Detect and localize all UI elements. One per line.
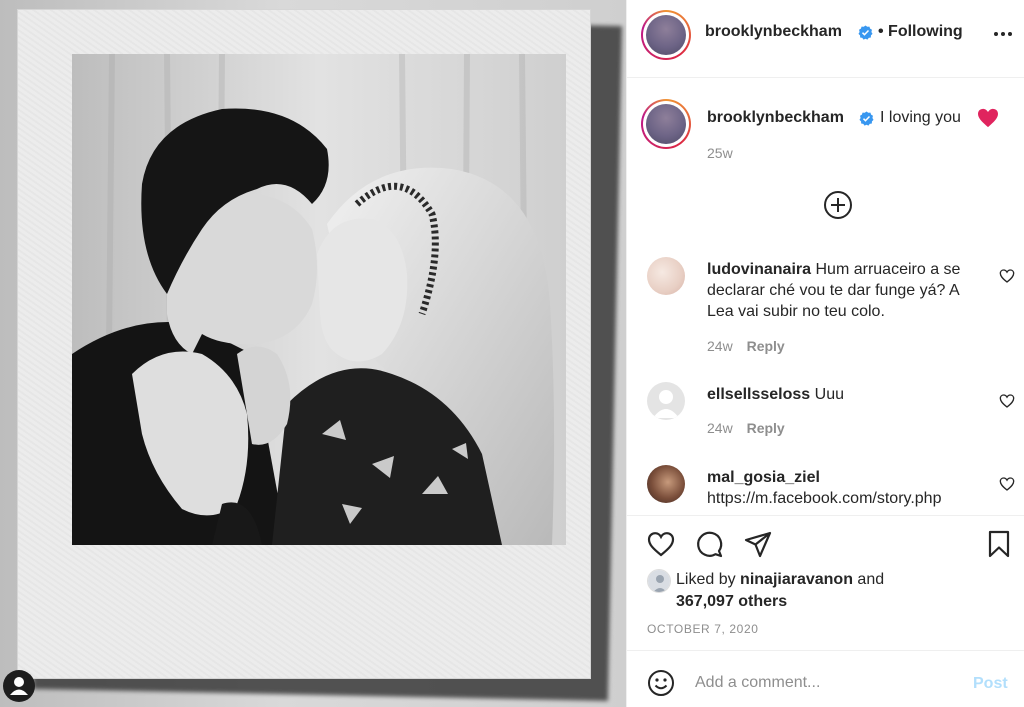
actions-divider <box>627 515 1024 516</box>
liker-username[interactable]: ninajiaravanon <box>740 571 853 588</box>
reply-button[interactable]: Reply <box>747 338 785 354</box>
verified-badge-icon <box>858 25 873 40</box>
comment-text: Uuu <box>814 386 844 403</box>
caption-author-username[interactable]: brooklynbeckham <box>707 109 844 127</box>
photo-kiss-illustration <box>72 54 566 545</box>
heart-outline-icon[interactable] <box>999 268 1015 284</box>
red-heart-emoji-icon <box>978 108 998 128</box>
share-paper-plane-icon[interactable] <box>743 529 773 559</box>
liker-avatar[interactable] <box>647 569 671 593</box>
post-photo <box>72 54 566 545</box>
commenter-avatar[interactable] <box>647 257 685 295</box>
comment-body: ludovinanaira Hum arruaceiro a se declar… <box>707 259 987 322</box>
comment-meta: 24w Reply <box>707 420 785 436</box>
post-comment-button[interactable]: Post <box>973 675 1008 693</box>
comment-time: 24w <box>707 420 733 436</box>
likes-summary: Liked by ninajiaravanon and <box>676 571 884 589</box>
comment-username[interactable]: ludovinanaira <box>707 261 811 278</box>
likes-count[interactable]: 367,097 others <box>676 593 787 611</box>
author-username[interactable]: brooklynbeckham <box>705 23 842 41</box>
like-heart-icon[interactable] <box>646 529 676 559</box>
tagged-user-icon[interactable] <box>3 670 35 702</box>
comment-time: 24w <box>707 338 733 354</box>
liker-avatar-image <box>648 570 670 592</box>
comment-body: mal_gosia_ziel https://m.facebook.com/st… <box>707 467 987 509</box>
likes-prefix: Liked by <box>676 571 736 588</box>
bookmark-icon[interactable] <box>984 529 1014 559</box>
smiley-icon[interactable] <box>647 669 675 697</box>
polaroid-frame <box>18 10 590 678</box>
post-header: brooklynbeckham • Following <box>627 0 1024 78</box>
likes-conjunction: and <box>857 571 885 588</box>
comment-input[interactable] <box>695 667 965 699</box>
caption-text: I loving you <box>880 109 961 126</box>
commenter-avatar[interactable] <box>647 465 685 503</box>
comment-form: Post <box>627 650 1024 707</box>
commenter-avatar[interactable] <box>647 382 685 420</box>
caption-author-avatar[interactable] <box>641 99 691 149</box>
verified-badge-icon <box>859 111 874 126</box>
post-details-panel: brooklynbeckham • Following brooklynbeck… <box>626 0 1024 707</box>
heart-outline-icon[interactable] <box>999 476 1015 492</box>
comment-text[interactable]: https://m.facebook.com/story.php <box>707 488 987 509</box>
default-avatar-icon <box>653 390 679 418</box>
more-options-icon[interactable] <box>993 26 1013 42</box>
comment-username[interactable]: ellsellsseloss <box>707 386 810 403</box>
comment-body: ellsellsseloss Uuu <box>707 384 987 405</box>
comment-meta: 24w Reply <box>707 338 785 354</box>
caption-timestamp: 25w <box>707 145 733 161</box>
reply-button[interactable]: Reply <box>747 420 785 436</box>
post-date[interactable]: OCTOBER 7, 2020 <box>647 622 759 636</box>
post-media[interactable] <box>0 0 626 707</box>
plus-circle-icon[interactable] <box>823 190 853 220</box>
heart-outline-icon[interactable] <box>999 393 1015 409</box>
comment-username[interactable]: mal_gosia_ziel <box>707 467 987 488</box>
comment-bubble-icon[interactable] <box>694 529 724 559</box>
following-button[interactable]: • Following <box>878 23 963 41</box>
author-avatar[interactable] <box>641 10 691 60</box>
